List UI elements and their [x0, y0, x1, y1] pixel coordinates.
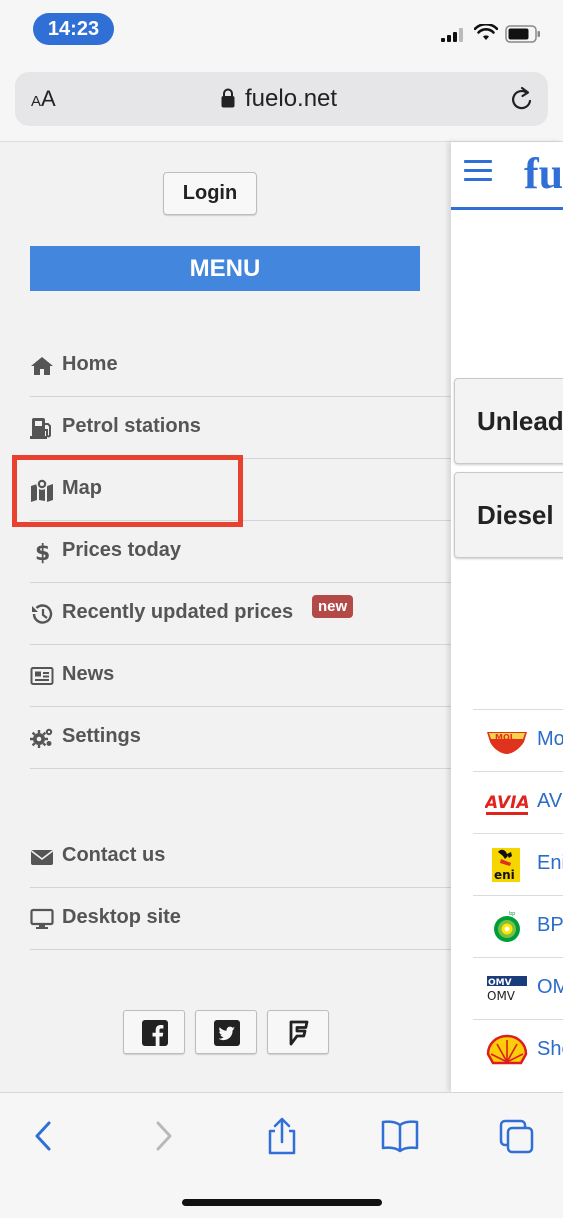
desktop-icon	[30, 908, 54, 929]
svg-text:$: $	[35, 541, 50, 564]
brand-row-avia[interactable]: AVIA AV	[473, 771, 563, 833]
site-logo[interactable]: fu	[524, 148, 563, 199]
foursquare-icon	[289, 1020, 309, 1046]
menu-item-label: Home	[62, 353, 118, 375]
home-indicator[interactable]	[182, 1199, 382, 1206]
eni-logo: eni	[492, 848, 520, 882]
shell-logo	[486, 1034, 528, 1065]
svg-text:OMV: OMV	[488, 978, 512, 988]
battery-icon	[505, 25, 540, 43]
wifi-icon	[474, 24, 498, 40]
page-content: fu Unlead Diesel MOL Mo AVIA AV eni Eni …	[451, 142, 563, 1092]
envelope-icon	[31, 850, 53, 865]
mol-logo: MOL	[487, 732, 527, 754]
menu-item-label: Petrol stations	[62, 415, 201, 437]
bookmarks-icon[interactable]	[380, 1117, 420, 1155]
cellular-signal-icon	[441, 28, 463, 42]
facebook-button[interactable]	[123, 1010, 185, 1054]
new-badge: new	[312, 595, 354, 618]
gas-pump-icon	[30, 418, 51, 439]
forward-arrow-icon[interactable]	[143, 1117, 183, 1155]
status-bar: 14:23	[0, 0, 563, 60]
brand-row-shell[interactable]: She	[473, 1019, 563, 1081]
menu-item-settings[interactable]: Settings	[30, 707, 451, 769]
menu-item-prices-today[interactable]: $ Prices today	[30, 521, 451, 583]
bp-logo: bp	[494, 911, 520, 942]
menu-item-map[interactable]: Map	[30, 459, 451, 521]
svg-text:AVIA: AVIA	[485, 793, 529, 813]
history-icon	[32, 604, 53, 624]
reload-icon[interactable]	[510, 86, 534, 112]
facebook-icon	[142, 1020, 168, 1046]
map-marker-icon	[31, 478, 53, 502]
share-icon[interactable]	[262, 1117, 302, 1155]
login-button[interactable]: Login	[163, 172, 257, 215]
twitter-button[interactable]	[195, 1010, 257, 1054]
dollar-icon: $	[35, 541, 50, 564]
fuel-button-diesel[interactable]: Diesel	[454, 472, 563, 558]
svg-text:eni: eni	[494, 868, 515, 882]
menu-item-label: Desktop site	[62, 906, 181, 928]
site-header: fu	[451, 142, 563, 210]
svg-text:bp: bp	[509, 911, 515, 917]
menu-item-petrol-stations[interactable]: Petrol stations	[30, 397, 451, 459]
twitter-icon	[214, 1020, 240, 1046]
menu-item-desktop-site[interactable]: Desktop site	[30, 888, 451, 950]
address-bar[interactable]: AA fuelo.net	[15, 72, 548, 126]
menu-item-label: Contact us	[62, 844, 166, 866]
brand-row-mol[interactable]: MOL Mo	[473, 709, 563, 771]
omv-logo: OMVOMV	[487, 976, 527, 1003]
menu-item-home[interactable]: Home	[30, 335, 451, 397]
tabs-icon[interactable]	[497, 1117, 537, 1155]
menu-item-label: Recently updated prices	[62, 601, 294, 623]
brand-row-omv[interactable]: OMV OMV OM	[473, 957, 563, 1019]
menu-header: MENU	[30, 246, 420, 291]
url-text: fuelo.net	[245, 85, 338, 112]
menu-item-recently-updated[interactable]: Recently updated prices new	[30, 583, 451, 645]
browser-address-area: AA fuelo.net	[0, 60, 563, 142]
brand-row-bp[interactable]: bp BP	[473, 895, 563, 957]
status-time: 14:23	[33, 13, 114, 45]
menu-item-label: News	[62, 663, 115, 685]
newspaper-icon	[30, 667, 54, 685]
social-links	[123, 1010, 329, 1056]
lock-icon	[221, 88, 235, 108]
side-menu: Login MENU Home Petrol stations Map $ Pr…	[0, 142, 451, 1092]
svg-text:OMV: OMV	[487, 989, 516, 1003]
menu-item-label: Map	[62, 477, 102, 499]
gears-icon	[30, 728, 53, 748]
fuel-button-unleaded[interactable]: Unlead	[454, 378, 563, 464]
menu-item-contact-us[interactable]: Contact us	[30, 826, 451, 888]
menu-item-label: Prices today	[62, 539, 181, 561]
svg-text:MOL: MOL	[495, 733, 515, 742]
avia-logo: AVIA	[485, 793, 529, 815]
hamburger-menu-icon[interactable]	[464, 160, 492, 182]
brand-row-eni[interactable]: eni Eni	[473, 833, 563, 895]
menu-item-label: Settings	[62, 725, 141, 747]
home-icon	[31, 357, 53, 375]
text-size-button[interactable]: AA	[31, 86, 56, 112]
browser-toolbar	[0, 1092, 563, 1218]
back-arrow-icon[interactable]	[24, 1117, 64, 1155]
menu-item-news[interactable]: News	[30, 645, 451, 707]
foursquare-button[interactable]	[267, 1010, 329, 1054]
